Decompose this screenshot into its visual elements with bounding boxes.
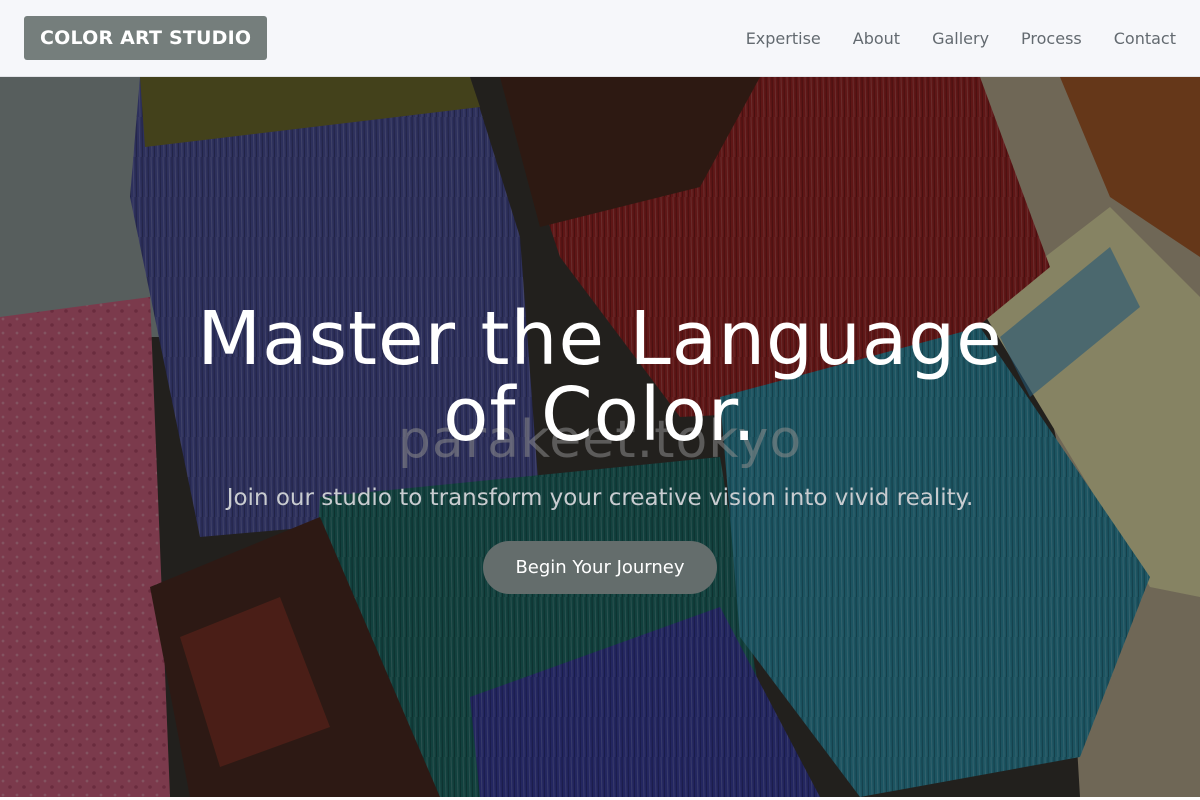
nav-link-about[interactable]: About	[853, 29, 900, 48]
site-header: COLOR ART STUDIO Expertise About Gallery…	[0, 0, 1200, 77]
hero-content: Master the Language of Color. Join our s…	[0, 301, 1200, 594]
nav-link-process[interactable]: Process	[1021, 29, 1082, 48]
hero-section: parakeet.tokyo Master the Language of Co…	[0, 77, 1200, 797]
nav-link-contact[interactable]: Contact	[1114, 29, 1176, 48]
brand-logo[interactable]: COLOR ART STUDIO	[24, 16, 268, 60]
hero-subtitle: Join our studio to transform your creati…	[226, 485, 974, 511]
nav-link-expertise[interactable]: Expertise	[746, 29, 821, 48]
hero-headline-line-1: Master the Language	[197, 296, 1003, 382]
main-nav: Expertise About Gallery Process Contact	[746, 0, 1176, 77]
nav-link-gallery[interactable]: Gallery	[932, 29, 989, 48]
hero-headline: Master the Language of Color.	[0, 301, 1200, 453]
hero-headline-line-2: of Color.	[443, 372, 757, 458]
begin-journey-button[interactable]: Begin Your Journey	[483, 541, 717, 594]
